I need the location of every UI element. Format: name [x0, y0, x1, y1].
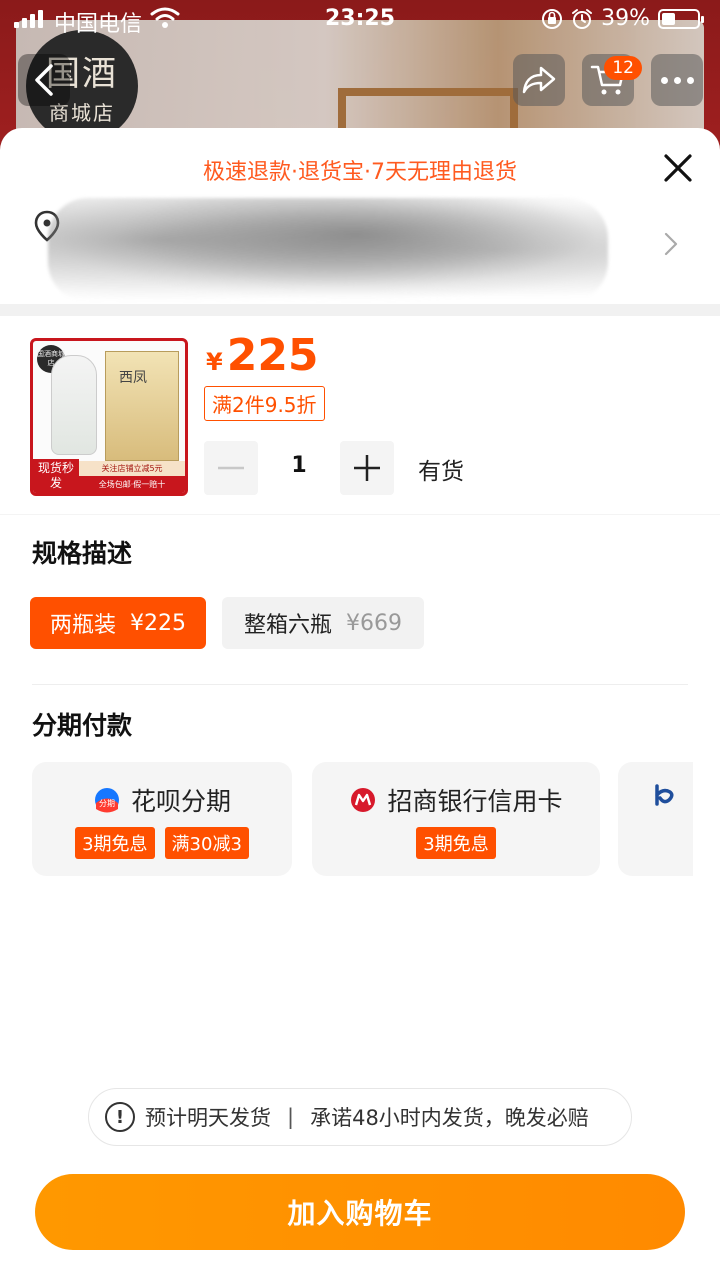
- battery-percent: 39%: [601, 6, 650, 31]
- divider: [32, 684, 688, 685]
- spec-option-price: ¥225: [130, 610, 186, 636]
- price-currency: ¥: [206, 348, 223, 376]
- spec-option-name: 两瓶装: [49, 613, 116, 638]
- share-icon: [522, 66, 556, 94]
- alarm-icon: [572, 8, 593, 29]
- installment-option-bank[interactable]: [618, 762, 693, 876]
- sku-selector-sheet: 极速退款·退货宝·7天无理由退货 国酒商城店 西凤 现货秒发 关注店铺立减5元 …: [0, 128, 720, 1280]
- installment-option-huabei[interactable]: 分期 花呗分期 3期免息 满30减3: [32, 762, 292, 876]
- add-to-cart-button[interactable]: 加入购物车: [35, 1174, 685, 1250]
- close-icon: [664, 154, 692, 182]
- svg-text:分期: 分期: [99, 799, 115, 808]
- installment-name: 招商银行信用卡: [387, 787, 563, 816]
- follow-coupon-strip: 关注店铺立减5元: [79, 461, 185, 476]
- more-button[interactable]: [651, 54, 703, 106]
- bottle-image: [51, 355, 97, 455]
- shipping-notice: ! 预计明天发货 | 承诺48小时内发货，晚发必赔: [88, 1088, 632, 1146]
- cart-button[interactable]: 12: [582, 54, 642, 106]
- info-icon: !: [105, 1102, 135, 1132]
- installment-badge: 3期免息: [75, 827, 155, 859]
- shipping-promise: 承诺48小时内发货，晚发必赔: [310, 1106, 589, 1130]
- spec-section-title: 规格描述: [32, 539, 133, 568]
- cart-count-badge: 12: [604, 56, 642, 80]
- spec-option-price: ¥669: [346, 610, 402, 636]
- installment-badge: 3期免息: [416, 827, 496, 859]
- quantity-increase-button[interactable]: [340, 441, 394, 495]
- battery-icon: [658, 8, 704, 29]
- spec-option-six-bottles[interactable]: 整箱六瓶 ¥669: [222, 597, 424, 649]
- section-divider: [0, 304, 720, 316]
- stock-status: 有货: [418, 459, 464, 485]
- installment-option-cmb[interactable]: 招商银行信用卡 3期免息: [312, 762, 600, 876]
- installment-name: 花呗分期: [130, 787, 231, 816]
- thumb-box-title: 西凤: [119, 370, 147, 386]
- bank-icon: [655, 784, 674, 806]
- notice-separator: |: [287, 1105, 295, 1129]
- quantity-value[interactable]: 1: [258, 453, 340, 478]
- close-button[interactable]: [658, 148, 698, 188]
- installment-section-title: 分期付款: [32, 711, 133, 740]
- orientation-lock-icon: [542, 8, 563, 29]
- product-thumbnail[interactable]: 国酒商城店 西凤 现货秒发 关注店铺立减5元 全场包邮·假一赔十: [30, 338, 188, 496]
- return-promise-text: 极速退款·退货宝·7天无理由退货: [203, 160, 517, 185]
- status-bar: 中国电信 23:25 39%: [0, 0, 720, 40]
- spot-goods-tag: 现货秒发: [33, 459, 79, 493]
- huabei-icon: 分期: [94, 788, 119, 813]
- plus-icon: [354, 455, 380, 481]
- installment-badge: 满30减3: [164, 827, 249, 859]
- share-button[interactable]: [513, 54, 565, 106]
- more-icon: [660, 76, 694, 84]
- quantity-decrease-button[interactable]: [204, 441, 258, 495]
- divider: [0, 514, 720, 515]
- spec-option-two-bottles[interactable]: 两瓶装 ¥225: [30, 597, 206, 649]
- address-row[interactable]: [0, 190, 720, 302]
- free-shipping-strip: 全场包邮·假一赔十: [79, 476, 185, 493]
- chevron-right-icon: [664, 232, 678, 256]
- price-value: 225: [226, 330, 319, 381]
- discount-tag: 满2件9.5折: [204, 386, 325, 421]
- product-price: ¥ 225: [206, 330, 319, 381]
- back-button[interactable]: [18, 54, 70, 106]
- shipping-estimate: 预计明天发货: [145, 1106, 271, 1130]
- spec-option-name: 整箱六瓶: [243, 613, 332, 638]
- minus-icon: [218, 466, 244, 470]
- cmb-icon: [351, 788, 376, 812]
- back-icon: [35, 64, 53, 96]
- redacted-address: [48, 198, 608, 302]
